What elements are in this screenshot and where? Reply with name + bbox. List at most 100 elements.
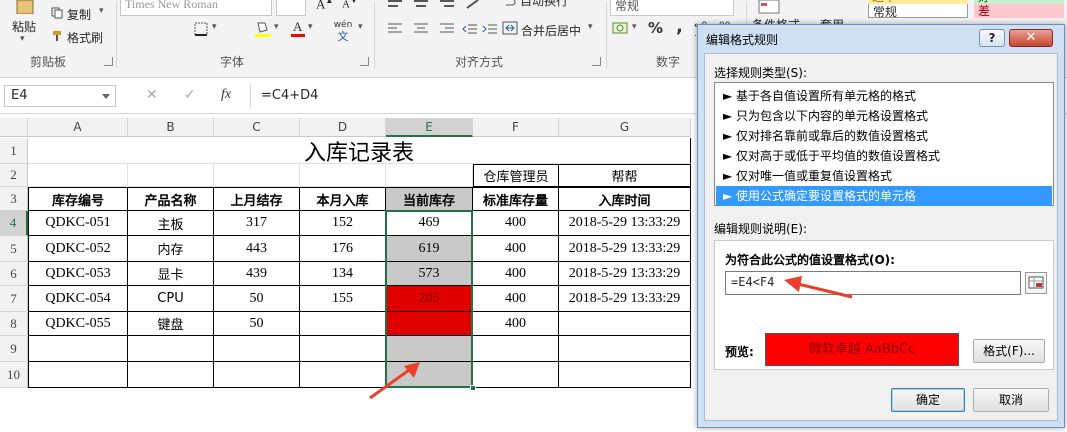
- column-header-a[interactable]: A: [28, 118, 128, 137]
- rule-type-item[interactable]: ► 仅对排名靠前或靠后的数值设置格式: [716, 126, 1052, 146]
- table-cell[interactable]: 439: [214, 262, 300, 286]
- row-header-2[interactable]: 2: [0, 164, 28, 187]
- font-size-combo[interactable]: [276, 0, 306, 16]
- sheet-title-cell[interactable]: 入库记录表: [28, 138, 691, 164]
- rule-type-item[interactable]: ► 仅对唯一值或重复值设置格式: [716, 166, 1052, 186]
- table-cell[interactable]: 2018-5-29 13:33:29: [559, 236, 691, 262]
- table-cell[interactable]: 显卡: [128, 262, 214, 286]
- style-neutral[interactable]: 适中: [868, 0, 968, 4]
- table-cell[interactable]: CPU: [128, 286, 214, 312]
- phonetic-dropdown-icon[interactable]: ▾: [358, 22, 363, 32]
- rule-type-item[interactable]: ► 基于各自值设置所有单元格的格式: [716, 86, 1052, 106]
- help-button[interactable]: ?: [979, 29, 1005, 47]
- name-box[interactable]: E4: [4, 85, 116, 107]
- table-cell[interactable]: 50: [214, 286, 300, 312]
- empty-cell[interactable]: [128, 362, 214, 388]
- clipboard-launcher-icon[interactable]: [104, 57, 113, 66]
- style-good[interactable]: 好: [974, 0, 1064, 4]
- rule-type-item[interactable]: ► 只为包含以下内容的单元格设置格式: [716, 106, 1052, 126]
- table-cell[interactable]: 400: [473, 286, 559, 312]
- row-header-8[interactable]: 8: [0, 312, 28, 336]
- paste-dropdown-icon[interactable]: ▾: [20, 34, 25, 44]
- align-right-icon[interactable]: [438, 22, 456, 39]
- table-cell[interactable]: 400: [473, 262, 559, 286]
- table-cell[interactable]: 内存: [128, 236, 214, 262]
- empty-cell[interactable]: [386, 164, 473, 187]
- empty-cell[interactable]: [28, 362, 128, 388]
- table-cell[interactable]: QDKC-055: [28, 312, 128, 336]
- header-cell[interactable]: 标准库存量: [473, 187, 559, 211]
- font-launcher-icon[interactable]: [360, 57, 369, 66]
- copy-icon[interactable]: [50, 6, 64, 20]
- wrap-text-button[interactable]: 自动换行: [520, 0, 568, 9]
- paste-icon[interactable]: [12, 0, 38, 14]
- rule-type-item-selected[interactable]: ► 使用公式确定要设置格式的单元格: [716, 186, 1052, 206]
- table-cell[interactable]: 619: [386, 236, 473, 262]
- table-cell[interactable]: 155: [300, 286, 386, 312]
- row-header-7[interactable]: 7: [0, 286, 28, 312]
- row-header-5[interactable]: 5: [0, 236, 28, 262]
- borders-icon[interactable]: [194, 22, 208, 39]
- conditional-format-icon[interactable]: [758, 0, 780, 17]
- alignment-launcher-icon[interactable]: [592, 57, 601, 66]
- table-cell[interactable]: 2018-5-29 13:33:29: [559, 286, 691, 312]
- table-cell[interactable]: 134: [300, 262, 386, 286]
- empty-cell[interactable]: [300, 362, 386, 388]
- decrease-indent-icon[interactable]: [462, 22, 478, 39]
- font-color-dropdown-icon[interactable]: ▾: [308, 22, 313, 32]
- row-header-3[interactable]: 3: [0, 187, 28, 211]
- table-cell[interactable]: [386, 312, 473, 336]
- rule-formula-input[interactable]: =E4<F4: [725, 271, 1021, 295]
- table-cell[interactable]: 205: [386, 286, 473, 312]
- column-header-c[interactable]: C: [214, 118, 300, 137]
- column-header-d[interactable]: D: [300, 118, 386, 137]
- row-header-1[interactable]: 1: [0, 138, 28, 164]
- header-cell[interactable]: 当前库存: [386, 187, 473, 211]
- orientation-icon[interactable]: [464, 0, 482, 13]
- comma-button[interactable]: ,: [676, 16, 683, 37]
- percent-button[interactable]: %: [648, 19, 663, 37]
- align-bottom-icon[interactable]: [438, 0, 456, 13]
- header-cell[interactable]: 上月结存: [214, 187, 300, 211]
- column-header-f[interactable]: F: [473, 118, 559, 137]
- table-cell[interactable]: QDKC-051: [28, 211, 128, 236]
- column-header-b[interactable]: B: [128, 118, 214, 137]
- header-cell[interactable]: 本月入库: [300, 187, 386, 211]
- header-cell[interactable]: 库存编号: [28, 187, 128, 211]
- table-cell[interactable]: 2018-5-29 13:33:29: [559, 262, 691, 286]
- align-center-icon[interactable]: [412, 22, 430, 39]
- format-button[interactable]: 格式(F)...: [973, 339, 1045, 363]
- column-header-g[interactable]: G: [559, 118, 691, 137]
- empty-cell[interactable]: [386, 362, 473, 388]
- font-name-combo[interactable]: Times New Roman: [120, 0, 272, 16]
- empty-cell[interactable]: [128, 164, 214, 187]
- borders-dropdown-icon[interactable]: ▾: [212, 22, 217, 32]
- row-header-6[interactable]: 6: [0, 262, 28, 286]
- fill-color-dropdown-icon[interactable]: ▾: [274, 22, 279, 32]
- table-cell[interactable]: 400: [473, 312, 559, 336]
- table-cell[interactable]: 键盘: [128, 312, 214, 336]
- table-cell[interactable]: 400: [473, 236, 559, 262]
- grow-font-icon[interactable]: A▲: [316, 0, 333, 12]
- empty-cell[interactable]: [473, 336, 559, 362]
- empty-cell[interactable]: [300, 336, 386, 362]
- range-select-icon[interactable]: [1025, 272, 1047, 294]
- currency-dropdown-icon[interactable]: ▾: [632, 22, 637, 32]
- table-cell[interactable]: [300, 312, 386, 336]
- phonetic-icon[interactable]: wén 文: [330, 18, 356, 42]
- empty-cell[interactable]: [28, 336, 128, 362]
- ok-button[interactable]: 确定: [891, 388, 965, 412]
- table-cell[interactable]: [559, 312, 691, 336]
- cancel-entry-icon[interactable]: ✕: [146, 87, 158, 103]
- empty-cell[interactable]: [559, 336, 691, 362]
- close-button[interactable]: ✕: [1009, 29, 1053, 47]
- column-header-e[interactable]: E: [386, 118, 473, 137]
- merge-center-icon[interactable]: [502, 20, 518, 39]
- shrink-font-icon[interactable]: A▼: [342, 0, 358, 11]
- table-cell[interactable]: 443: [214, 236, 300, 262]
- table-cell[interactable]: 317: [214, 211, 300, 236]
- empty-cell[interactable]: [300, 164, 386, 187]
- name-box-dropdown-icon[interactable]: [102, 94, 110, 99]
- align-middle-icon[interactable]: [412, 0, 430, 13]
- empty-cell[interactable]: [473, 362, 559, 388]
